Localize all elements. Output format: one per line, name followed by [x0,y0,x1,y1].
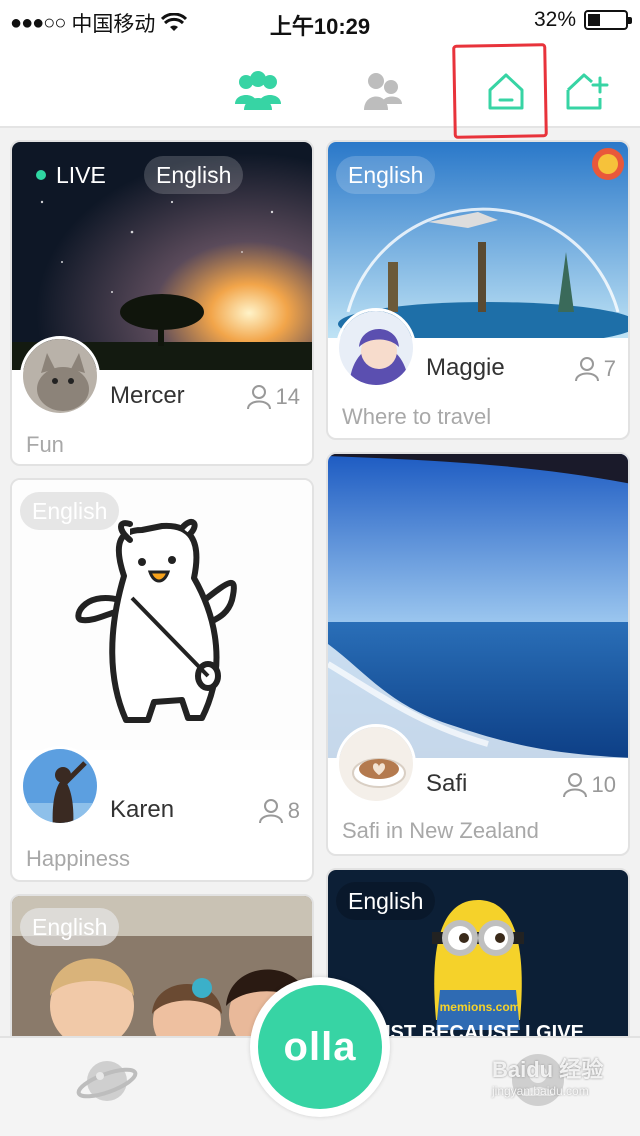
member-count: 10 [562,772,616,798]
watermark-sub: jingyan.baidu.com [492,1084,589,1098]
language-tag: English [336,882,436,920]
member-count: 8 [258,798,300,824]
person-icon [574,357,599,382]
room-card[interactable]: English Maggie 7 Where to travel [326,140,630,440]
room-topic: Fun [26,432,64,457]
member-count: 7 [574,356,616,382]
room-card[interactable]: LIVE English Mercer 14 Fun [10,140,314,466]
room-card[interactable]: Safi 10 Safi in New Zealand [326,452,630,856]
battery-icon [584,10,632,30]
carrier-name: 中国移动 [71,13,156,36]
add-home-icon[interactable] [560,70,612,114]
live-dot-icon [36,170,46,180]
member-count-value: 7 [603,356,616,381]
live-badge: LIVE [36,156,106,194]
olla-label: olla [258,985,382,1109]
avatar[interactable] [20,336,100,416]
room-cover-image [328,454,628,758]
battery-fill [588,14,600,26]
person-icon [258,799,283,824]
language-tag: English [20,908,120,946]
host-name: Maggie [426,354,505,381]
avatar[interactable] [336,308,416,388]
person-icon [246,385,271,410]
room-topic: Where to travel [342,404,492,429]
battery-group: 32% [533,8,632,32]
wifi-icon [161,13,188,31]
baidu-watermark: Baidu 经验 jingyan.baidu.com [492,1052,603,1098]
host-name: Mercer [110,382,185,409]
battery-percent: 32% [533,8,576,31]
person-icon [562,773,587,798]
avatar[interactable] [20,746,100,826]
room-grid: LIVE English Mercer 14 Fun English Maggi… [0,130,640,1036]
live-label: LIVE [56,162,106,188]
carrier-group: ●●●○○ 中国移动 [10,8,188,38]
room-topic: Safi in New Zealand [342,818,539,843]
member-count-value: 8 [287,798,300,823]
member-count-value: 10 [591,772,616,797]
status-bar: ●●●○○ 中国移动 上午10:29 32% [0,0,640,40]
annotation-highlight-box [452,43,548,139]
language-tag: English [20,492,120,530]
member-count-value: 14 [275,384,300,409]
language-tag: English [144,156,244,194]
planet-icon[interactable] [76,1050,138,1112]
member-count: 14 [246,384,300,410]
signal-icon: ●●●○○ [10,11,66,34]
host-name: Safi [426,770,468,797]
friends-icon[interactable] [356,70,408,114]
language-tag: English [336,156,436,194]
watermark-text: Baidu 经验 [492,1057,604,1082]
avatar[interactable] [336,724,416,804]
room-card[interactable]: English Karen 8 Happiness [10,478,314,882]
host-name: Karen [110,796,175,823]
olla-center-button[interactable]: olla [250,977,390,1117]
groups-icon[interactable] [232,70,284,114]
room-topic: Happiness [26,846,130,871]
